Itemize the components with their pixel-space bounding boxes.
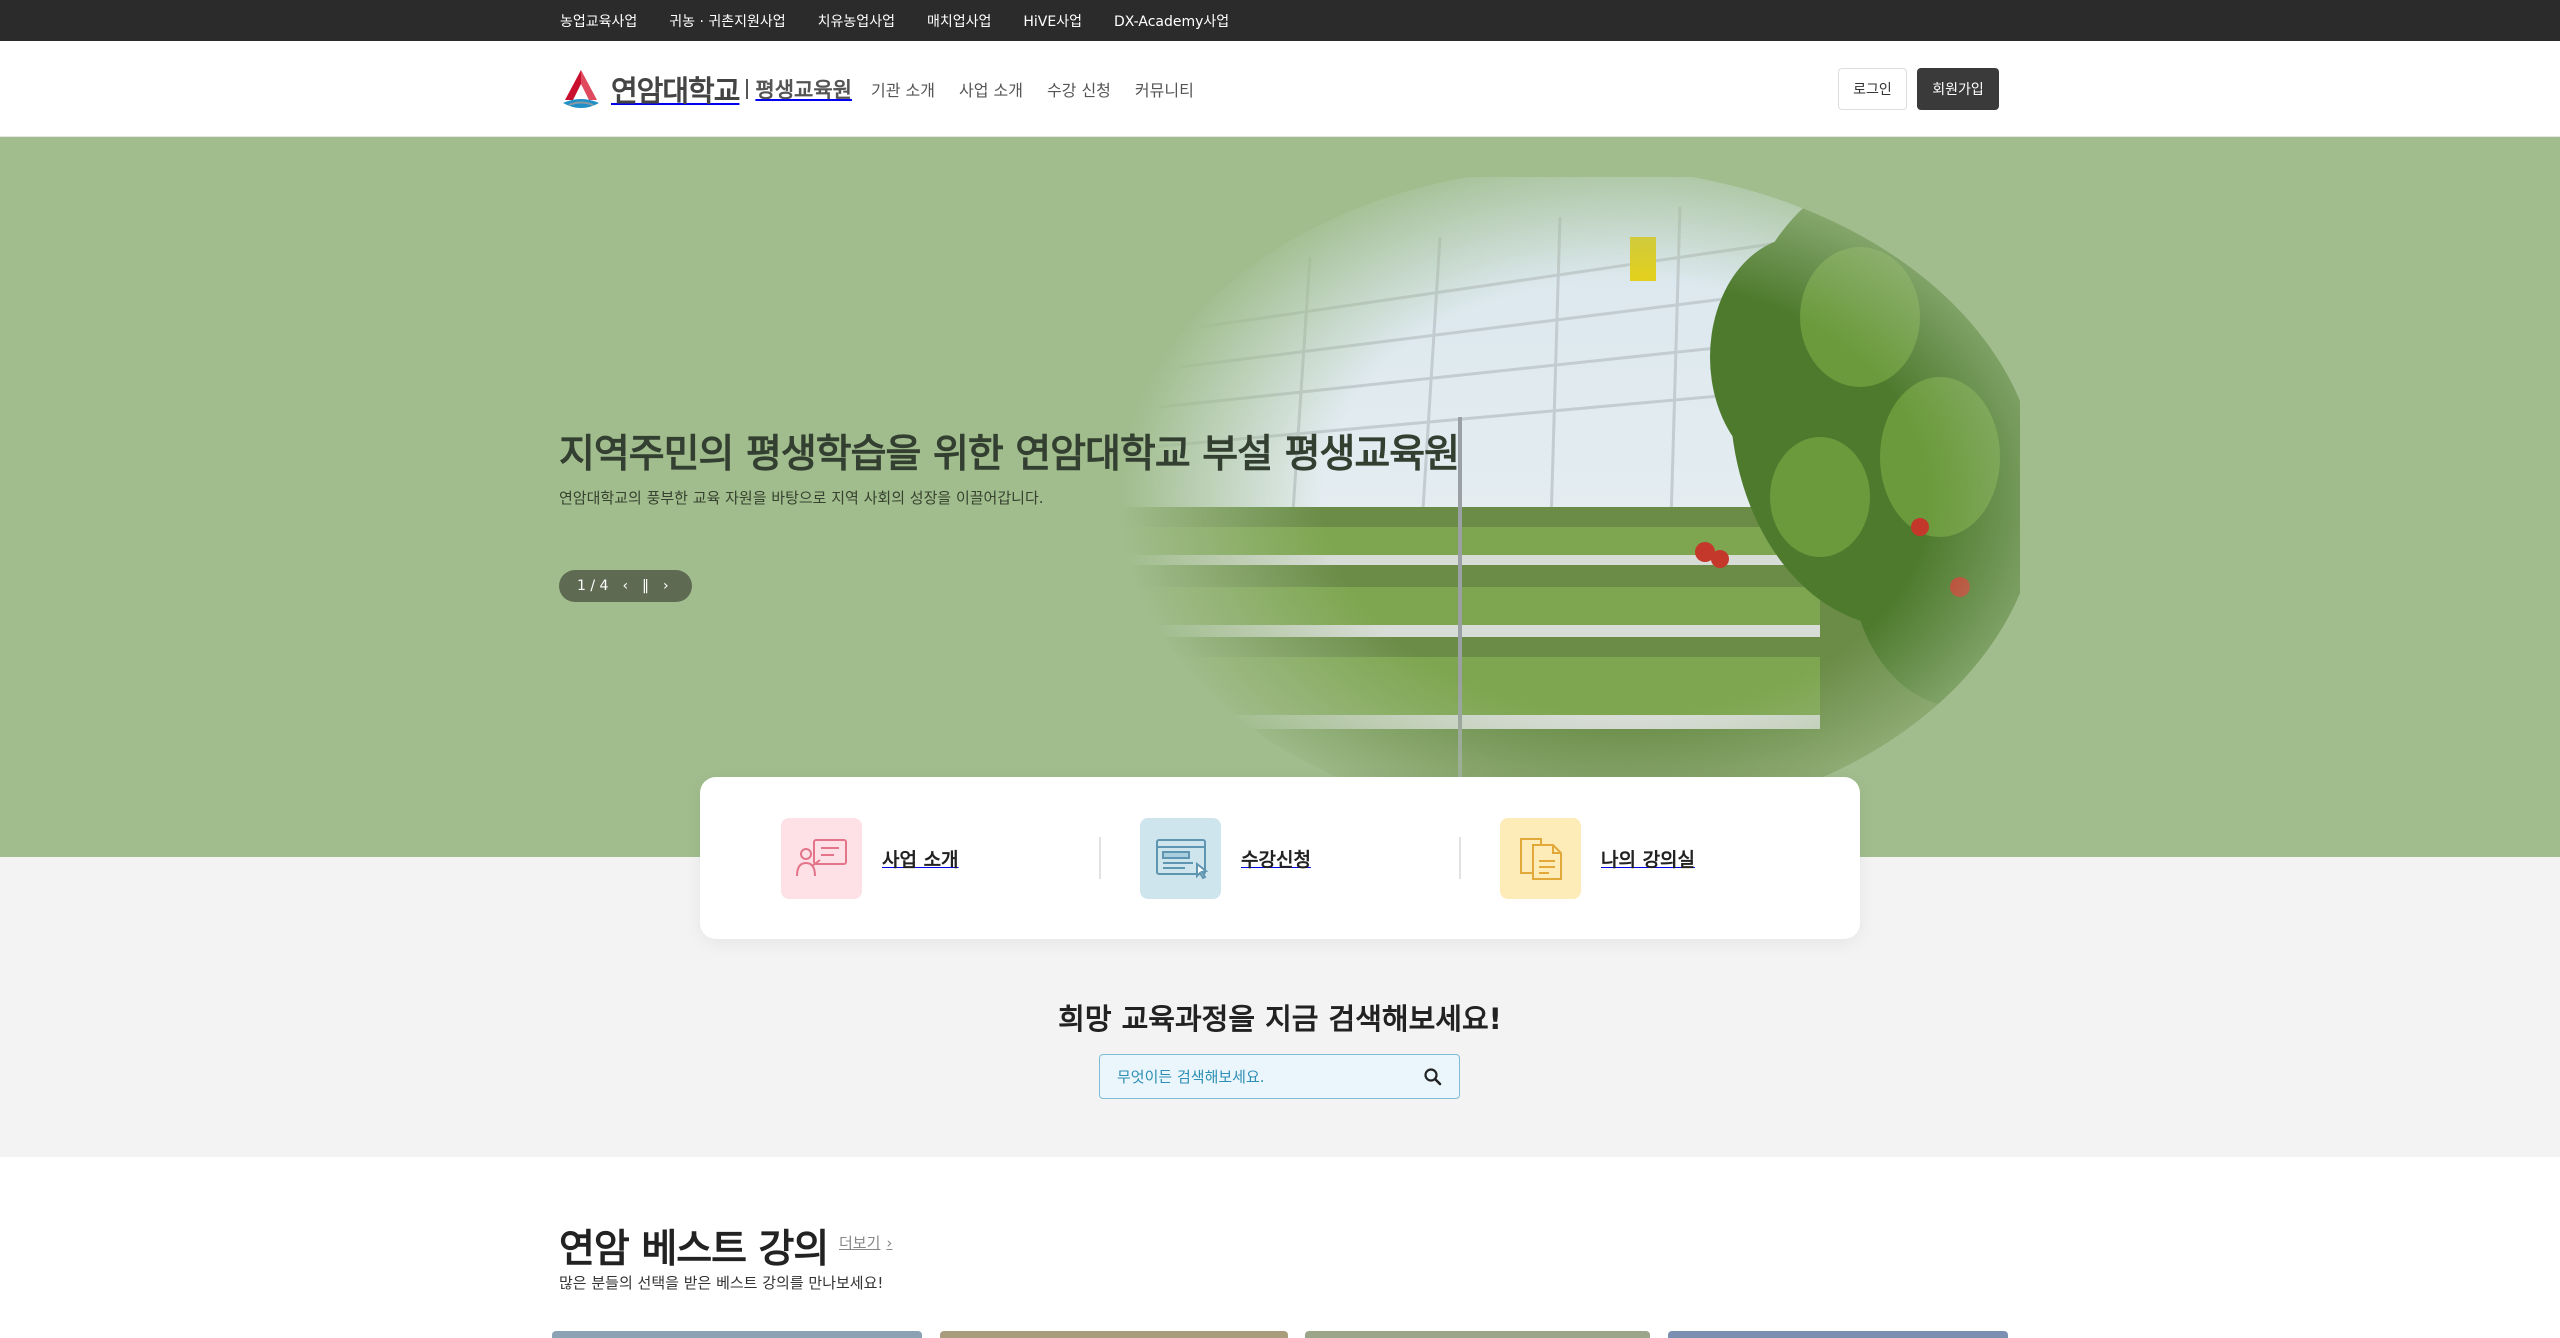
next-slide-icon[interactable]: › <box>663 578 669 594</box>
quick-item-my-classroom[interactable]: 나의 강의실 <box>1500 817 1695 899</box>
topbar-link-healing-farming[interactable]: 치유농업사업 <box>818 11 895 31</box>
nav-item-enrollment[interactable]: 수강 신청 <box>1047 77 1111 101</box>
chevron-right-icon: › <box>886 1233 893 1252</box>
nav-item-about[interactable]: 기관 소개 <box>871 77 935 101</box>
topbar-link-return-farming[interactable]: 귀농 · 귀촌지원사업 <box>669 11 785 31</box>
nav-item-programs[interactable]: 사업 소개 <box>959 77 1023 101</box>
hero-title: 지역주민의 평생학습을 위한 연암대학교 부설 평생교육원 <box>559 432 1460 477</box>
quick-item-programs[interactable]: 사업 소개 <box>781 817 959 899</box>
site-header: 연암대학교 평생교육원 기관 소개 사업 소개 수강 신청 커뮤니티 로그인 회… <box>0 41 2560 137</box>
quick-divider <box>1099 837 1101 879</box>
login-button[interactable]: 로그인 <box>1838 68 1907 110</box>
best-more-label: 더보기 <box>839 1234 881 1252</box>
best-courses-title: 연암 베스트 강의 <box>559 1227 829 1272</box>
documents-icon <box>1500 817 1581 899</box>
top-utility-bar: 농업교육사업 귀농 · 귀촌지원사업 치유농업사업 매치업사업 HiVE사업 D… <box>0 0 2560 41</box>
best-more-link[interactable]: 더보기 › <box>839 1232 892 1253</box>
main-nav: 기관 소개 사업 소개 수강 신청 커뮤니티 <box>871 77 1194 101</box>
logo-university-name: 연암대학교 <box>611 74 740 108</box>
topbar-link-dx-academy[interactable]: DX-Academy사업 <box>1114 11 1229 31</box>
prev-slide-icon[interactable]: ‹ <box>622 578 628 594</box>
search-icon[interactable] <box>1423 1067 1443 1087</box>
course-thumbnail[interactable] <box>552 1331 922 1338</box>
logo-divider <box>746 79 749 99</box>
web-form-icon <box>1140 817 1221 899</box>
topbar-link-hive[interactable]: HiVE사업 <box>1023 11 1082 31</box>
presentation-icon <box>781 817 862 899</box>
search-input[interactable] <box>1117 1067 1407 1086</box>
course-thumbnail[interactable] <box>940 1331 1288 1338</box>
slider-controls: 1 / 4 ‹ ‖ › <box>559 570 692 602</box>
greenhouse-photo <box>1060 177 2020 817</box>
quick-menu-card: 사업 소개 수강신청 나의 강의실 <box>700 777 1860 939</box>
quick-divider <box>1459 837 1461 879</box>
pause-icon[interactable]: ‖ <box>642 578 649 594</box>
search-box <box>1099 1054 1460 1099</box>
topbar-link-matchup[interactable]: 매치업사업 <box>927 11 991 31</box>
slide-counter: 1 / 4 <box>577 578 609 594</box>
quick-item-enrollment-label: 수강신청 <box>1241 848 1311 871</box>
university-logo-icon <box>563 70 599 108</box>
course-thumbnail[interactable] <box>1305 1331 1650 1338</box>
topbar-link-agri-education[interactable]: 농업교육사업 <box>560 11 637 31</box>
hero-description: 연암대학교의 풍부한 교육 자원을 바탕으로 지역 사회의 성장을 이끌어갑니다… <box>559 489 1044 507</box>
topbar-links: 농업교육사업 귀농 · 귀촌지원사업 치유농업사업 매치업사업 HiVE사업 D… <box>560 0 1229 41</box>
quick-item-my-classroom-label: 나의 강의실 <box>1601 848 1696 871</box>
signup-button[interactable]: 회원가입 <box>1917 68 1999 110</box>
quick-item-enrollment[interactable]: 수강신청 <box>1140 817 1311 899</box>
course-thumbnail[interactable] <box>1668 1331 2008 1338</box>
course-thumbnails <box>550 1331 2010 1338</box>
site-logo[interactable]: 연암대학교 평생교육원 <box>559 65 852 113</box>
logo-institute-name: 평생교육원 <box>755 78 853 102</box>
hero-banner: 지역주민의 평생학습을 위한 연암대학교 부설 평생교육원 연암대학교의 풍부한… <box>0 137 2560 857</box>
nav-item-community[interactable]: 커뮤니티 <box>1135 77 1194 101</box>
search-heading: 희망 교육과정을 지금 검색해보세요! <box>1058 1002 1502 1036</box>
quick-item-programs-label: 사업 소개 <box>882 848 959 871</box>
best-courses-description: 많은 분들의 선택을 받은 베스트 강의를 만나보세요! <box>559 1274 884 1292</box>
